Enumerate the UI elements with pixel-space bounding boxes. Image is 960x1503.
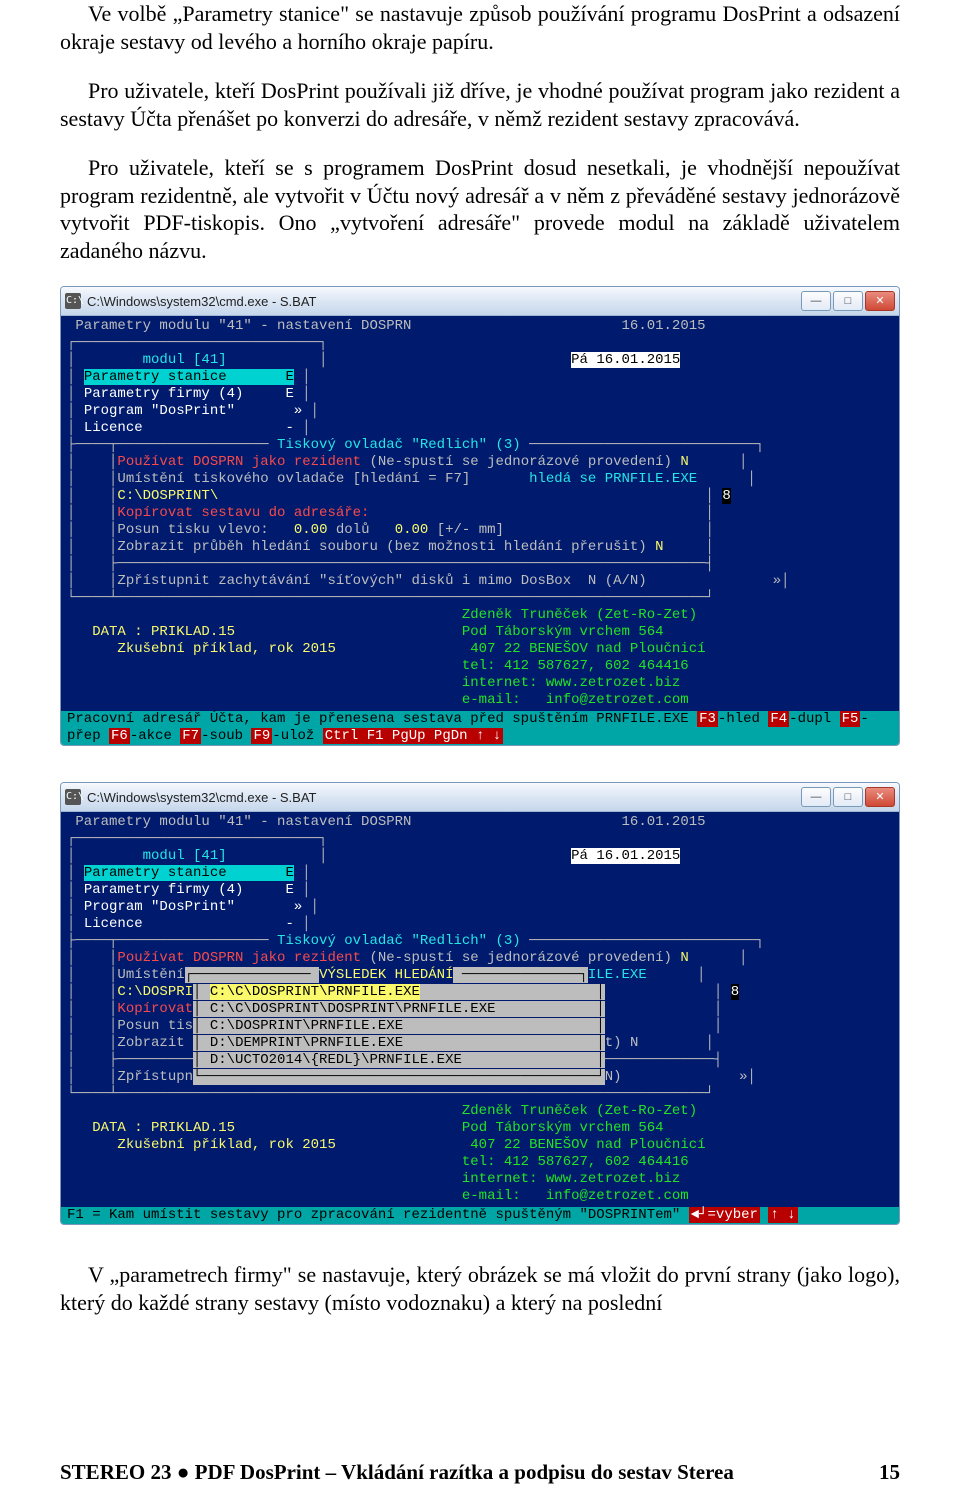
maximize-button[interactable]: □ — [833, 787, 863, 807]
minimize-button[interactable]: — — [801, 291, 831, 311]
paragraph: Pro uživatele, kteří DosPrint používali … — [60, 77, 900, 132]
window-title: C:\Windows\system32\cmd.exe - S.BAT — [87, 294, 801, 309]
screenshot-2: C:\Windows\system32\cmd.exe - S.BAT — □ … — [60, 782, 900, 1225]
paragraph: Ve volbě „Parametry stanice" se nastavuj… — [60, 0, 900, 55]
screenshot-1: C:\Windows\system32\cmd.exe - S.BAT — □ … — [60, 286, 900, 746]
line-pouzivat-dosprn: Používat DOSPRN jako rezident — [117, 454, 361, 470]
status-bar: Pracovní adresář Účta, kam je přenesena … — [61, 711, 899, 745]
page-number: 15 — [879, 1460, 900, 1485]
menu-item-licence[interactable]: Licence - — [84, 420, 294, 436]
line-path: C:\DOSPRINT\ — [117, 488, 218, 504]
status-bar: F1 = Kam umístit sestavy pro zpracování … — [61, 1207, 899, 1224]
result-item[interactable]: D:\UCTO2014\{REDL}\PRNFILE.EXE — [210, 1052, 462, 1068]
cmd-icon — [65, 293, 81, 309]
window-titlebar[interactable]: C:\Windows\system32\cmd.exe - S.BAT — □ … — [61, 287, 899, 316]
fkey-f5[interactable]: F5 — [840, 711, 861, 727]
paragraph: Pro uživatele, kteří se s programem DosP… — [60, 154, 900, 264]
result-item[interactable]: C:\DOSPRINT\PRNFILE.EXE — [210, 1018, 403, 1034]
maximize-button[interactable]: □ — [833, 291, 863, 311]
terminal[interactable]: Parametry modulu "41" - nastavení DOSPRN… — [61, 316, 899, 711]
result-item[interactable]: C:\C\DOSPRINT\DOSPRINT\PRNFILE.EXE — [210, 1001, 496, 1017]
result-item[interactable]: D:\DEMPRINT\PRNFILE.EXE — [210, 1035, 403, 1051]
menu-item-program-dosprint[interactable]: Program "DosPrint" » — [84, 403, 302, 419]
fkey-f9[interactable]: F9 — [251, 728, 272, 744]
close-button[interactable]: ✕ — [865, 787, 895, 807]
cmd-icon — [65, 789, 81, 805]
paragraph: V „parametrech firmy" se nastavuje, kter… — [60, 1261, 900, 1316]
close-button[interactable]: ✕ — [865, 291, 895, 311]
fkey-f7[interactable]: F7 — [180, 728, 201, 744]
menu-item-parametry-stanice[interactable]: Parametry stanice E — [84, 369, 294, 385]
fkey-f4[interactable]: F4 — [768, 711, 789, 727]
page-footer: STEREO 23 ● PDF DosPrint – Vkládání razí… — [60, 1460, 900, 1485]
terminal[interactable]: Parametry modulu "41" - nastavení DOSPRN… — [61, 812, 899, 1207]
menu-item-parametry-firmy[interactable]: Parametry firmy (4) E — [84, 386, 294, 402]
footer-left: STEREO 23 ● PDF DosPrint – Vkládání razí… — [60, 1460, 734, 1485]
fkey-f3[interactable]: F3 — [697, 711, 718, 727]
fkey-f6[interactable]: F6 — [109, 728, 130, 744]
result-item[interactable]: C:\C\DOSPRINT\PRNFILE.EXE — [210, 984, 420, 1000]
minimize-button[interactable]: — — [801, 787, 831, 807]
window-titlebar[interactable]: C:\Windows\system32\cmd.exe - S.BAT — □ … — [61, 783, 899, 812]
window-title: C:\Windows\system32\cmd.exe - S.BAT — [87, 790, 801, 805]
